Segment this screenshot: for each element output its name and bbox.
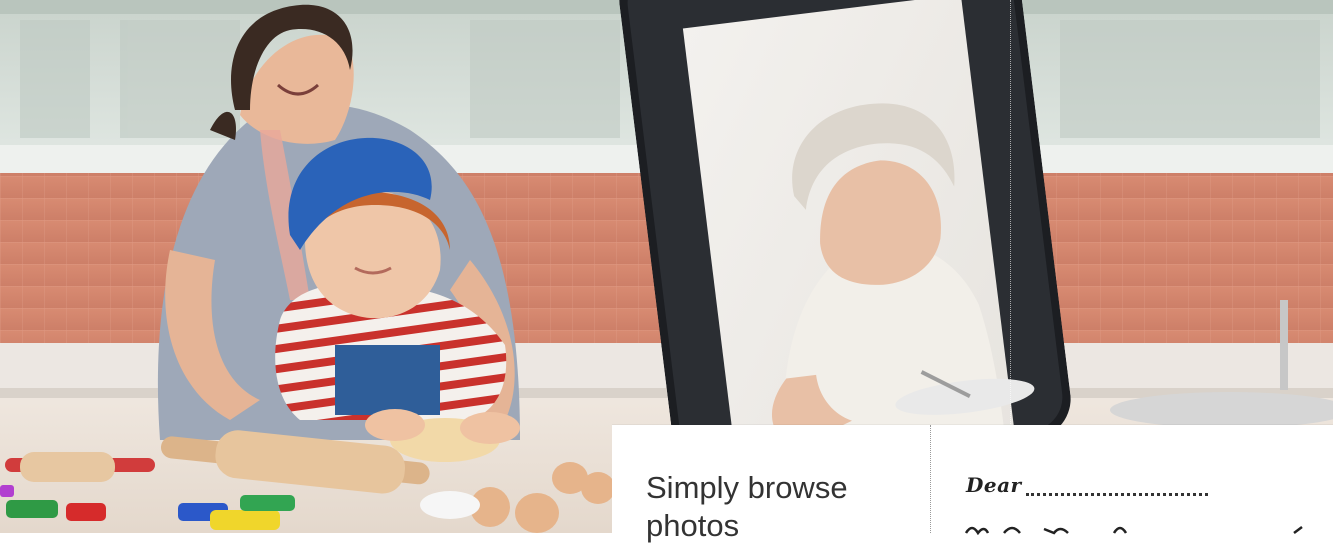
info-card: Simply browse photos Dear bbox=[612, 425, 1333, 543]
note-salutation: Dear bbox=[966, 473, 1022, 497]
handwritten-note: Dear bbox=[936, 425, 1333, 535]
divider-line bbox=[1010, 0, 1011, 430]
headline: Simply browse photos bbox=[646, 470, 848, 543]
dotted-divider bbox=[930, 425, 931, 533]
smartphone-device bbox=[615, 0, 1075, 482]
note-dotted-line bbox=[1026, 493, 1208, 496]
info-card-left: Simply browse photos bbox=[612, 425, 930, 543]
phone-screen-illustration bbox=[619, 0, 1071, 478]
